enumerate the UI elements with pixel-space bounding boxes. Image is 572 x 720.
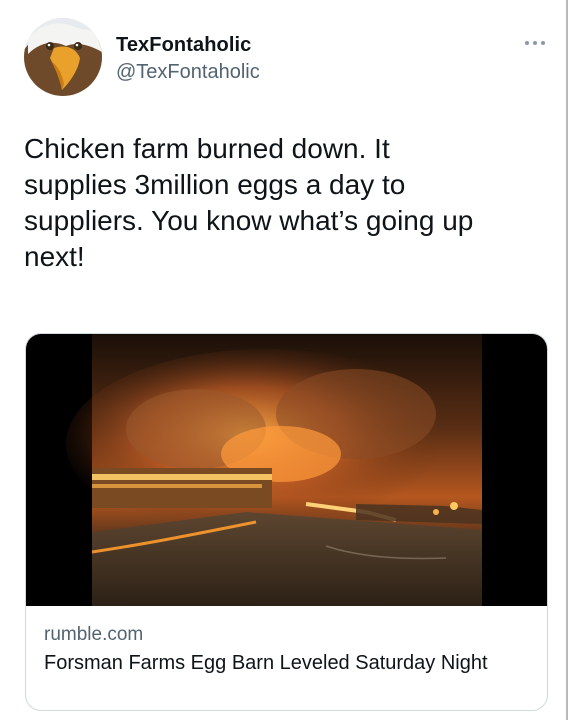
more-dots-icon bbox=[525, 41, 545, 45]
window-edge bbox=[566, 0, 568, 720]
avatar[interactable] bbox=[24, 18, 102, 96]
link-card[interactable]: rumble.com Forsman Farms Egg Barn Levele… bbox=[25, 333, 548, 711]
tweet-text: Chicken farm burned down. It supplies 3m… bbox=[24, 133, 474, 272]
user-handle[interactable]: @TexFontaholic bbox=[116, 61, 260, 84]
burning-barn-photo bbox=[66, 334, 482, 606]
more-options-button[interactable] bbox=[524, 34, 546, 52]
card-domain: rumble.com bbox=[44, 624, 144, 645]
display-name[interactable]: TexFontaholic bbox=[116, 34, 251, 57]
card-image[interactable] bbox=[26, 334, 547, 606]
bald-eagle-icon bbox=[24, 18, 102, 96]
card-title[interactable]: Forsman Farms Egg Barn Leveled Saturday … bbox=[44, 650, 514, 676]
